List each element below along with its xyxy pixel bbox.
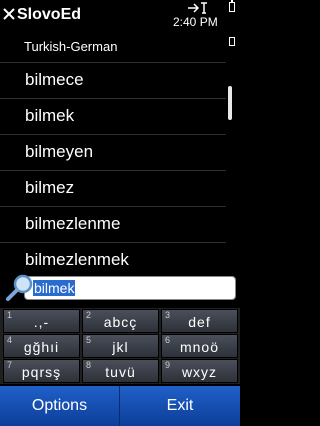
list-item[interactable]: bilmek bbox=[0, 98, 226, 134]
dictionary-name[interactable]: Turkish-German bbox=[24, 39, 117, 54]
word-list: bilmece bilmek bilmeyen bilmez bilmezlen… bbox=[0, 62, 226, 278]
signal-strength-icon bbox=[229, 37, 235, 46]
word-label: bilmezlenmek bbox=[25, 250, 129, 269]
list-item[interactable]: bilmez bbox=[0, 170, 226, 206]
key-7[interactable]: 7 pqrsş bbox=[3, 359, 80, 383]
softkey-bar: Options Exit bbox=[0, 386, 240, 426]
key-4[interactable]: 4 gğhıi bbox=[3, 334, 80, 358]
word-label: bilmez bbox=[25, 178, 75, 197]
status-bar: SlovoEd 2:40 PM bbox=[0, 0, 240, 36]
key-5[interactable]: 5 jkl bbox=[82, 334, 159, 358]
usb-connection-icon bbox=[188, 2, 207, 14]
list-item[interactable]: bilmeyen bbox=[0, 134, 226, 170]
list-item[interactable]: bilmece bbox=[0, 62, 226, 98]
key-9[interactable]: 9 wxyz bbox=[161, 359, 238, 383]
key-2[interactable]: 2 abcç bbox=[82, 309, 159, 333]
close-icon[interactable] bbox=[3, 8, 15, 20]
search-input[interactable]: bilmek bbox=[24, 276, 236, 300]
search-value: bilmek bbox=[33, 280, 76, 296]
key-3[interactable]: 3 def bbox=[161, 309, 238, 333]
search-icon bbox=[6, 274, 33, 301]
word-label: bilmece bbox=[25, 70, 84, 89]
search-bar: bilmek bbox=[0, 270, 240, 308]
clock: 2:40 PM bbox=[173, 15, 218, 29]
exit-button[interactable]: Exit bbox=[120, 386, 240, 426]
options-button[interactable]: Options bbox=[0, 386, 120, 426]
battery-icon bbox=[229, 0, 235, 12]
word-label: bilmek bbox=[25, 106, 75, 125]
list-item[interactable]: bilmezlenme bbox=[0, 206, 226, 242]
key-6[interactable]: 6 mnoö bbox=[161, 334, 238, 358]
key-1[interactable]: 1 .,- bbox=[3, 309, 80, 333]
word-label: bilmeyen bbox=[25, 142, 94, 161]
itu-keypad: 1 .,- 2 abcç 3 def 4 gğhıi 5 jkl 6 mnoö 7 pqrsş… bbox=[0, 308, 240, 384]
app-title: SlovoEd bbox=[17, 6, 82, 23]
scrollbar[interactable] bbox=[228, 86, 232, 120]
key-8[interactable]: 8 tuvü bbox=[82, 359, 159, 383]
word-label: bilmezlenme bbox=[25, 214, 121, 233]
